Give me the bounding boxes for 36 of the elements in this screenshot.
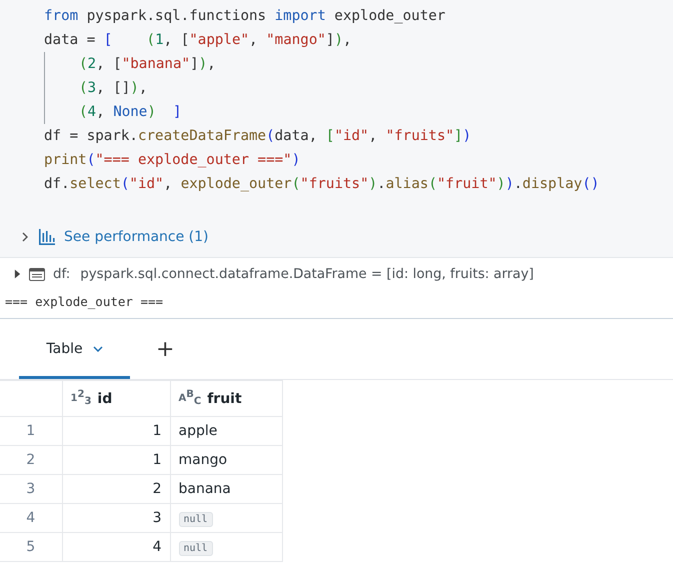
table-cell: mango xyxy=(170,446,282,474)
code-line: print("=== explode_outer ===") xyxy=(44,151,300,170)
expand-triangle-icon[interactable] xyxy=(14,269,21,279)
row-number: 2 xyxy=(0,446,62,474)
table-icon xyxy=(29,268,45,280)
chevron-icon[interactable] xyxy=(20,232,30,242)
table-cell: 4 xyxy=(62,532,170,562)
console-output: === explode_outer === xyxy=(0,290,673,319)
code-line: (3, []), xyxy=(79,79,148,98)
null-badge: null xyxy=(178,541,213,556)
code-line: df.select("id", explode_outer("fruits").alias("fruit")).display() xyxy=(44,175,600,194)
code-line: data = [ (1, ["apple", "mango"]), xyxy=(44,31,352,50)
variable-name: df: xyxy=(53,266,70,282)
table-cell: 2 xyxy=(62,474,170,504)
row-number: 3 xyxy=(0,474,62,504)
row-number: 4 xyxy=(0,504,62,532)
column-header[interactable]: AB C fruit xyxy=(170,380,282,416)
table-cell: banana xyxy=(170,474,282,504)
table-cell: 3 xyxy=(62,504,170,532)
code-line: df = spark.createDataFrame(data, ["id", "fruits"]) xyxy=(44,127,472,146)
table-cell: 1 xyxy=(62,446,170,474)
add-tab-button[interactable]: + xyxy=(152,336,178,362)
row-number: 1 xyxy=(0,416,62,446)
chevron-down-icon xyxy=(92,346,103,352)
see-performance-link[interactable]: See performance (1) xyxy=(64,229,209,245)
code-line: (4, None) ] xyxy=(79,103,182,122)
row-number: 5 xyxy=(0,532,62,562)
code-line: from pyspark.sql.functions import explode_outer xyxy=(44,7,446,26)
table-cell: 1 xyxy=(62,416,170,446)
null-badge: null xyxy=(178,512,213,527)
column-header[interactable]: 12 3 id xyxy=(62,380,170,416)
code-line: (2, ["banana"]), xyxy=(79,55,216,74)
dataframe-schema: pyspark.sql.connect.dataframe.DataFrame = [id: long, fruits: array] xyxy=(80,266,534,282)
table-tab[interactable]: Table xyxy=(19,319,130,379)
table-cell: apple xyxy=(170,416,282,446)
bar-chart-icon xyxy=(38,228,56,246)
